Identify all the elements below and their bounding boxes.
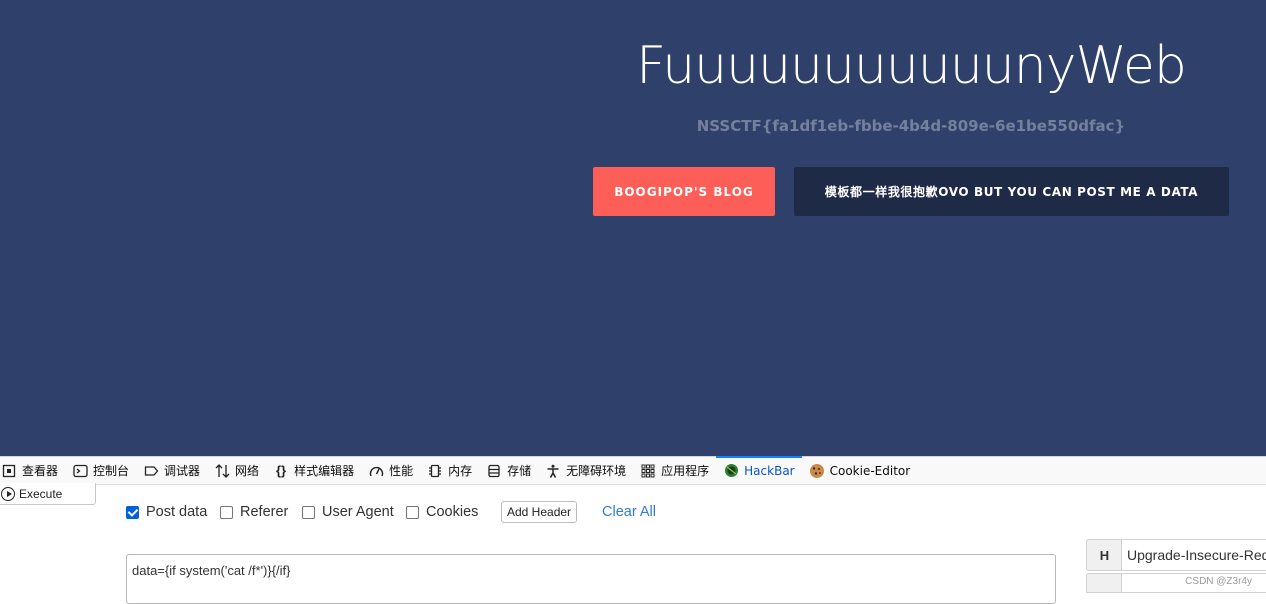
post-data-label: Post data xyxy=(146,504,208,520)
tab-cookie-editor[interactable]: Cookie-Editor xyxy=(802,457,918,485)
web-page: FuuuuuuuuuuunyWeb NSSCTF{fa1df1eb-fbbe-4… xyxy=(0,0,1266,456)
clear-all-link[interactable]: Clear All xyxy=(602,504,656,520)
network-icon xyxy=(214,463,230,479)
tab-inspector[interactable]: 查看器 xyxy=(0,457,65,485)
tab-memory[interactable]: 内存 xyxy=(420,457,479,485)
console-icon xyxy=(72,463,88,479)
tab-debugger[interactable]: 调试器 xyxy=(136,457,207,485)
blog-button[interactable]: BOOGIPOP'S BLOG xyxy=(593,167,775,216)
hackbar-icon xyxy=(723,463,739,479)
play-icon xyxy=(1,486,15,501)
cookies-label: Cookies xyxy=(426,504,479,520)
flag-text: NSSCTF{fa1df1eb-fbbe-4b4d-809e-6e1be550d… xyxy=(696,117,1126,135)
user-agent-checkbox[interactable] xyxy=(302,505,315,519)
header-key-label-2 xyxy=(1086,573,1122,593)
post-data-option[interactable]: Post data xyxy=(126,504,207,520)
tab-console[interactable]: 控制台 xyxy=(65,457,136,485)
accessibility-icon xyxy=(545,463,561,479)
post-data-textarea[interactable]: data={if system('cat /f*')}{/if} xyxy=(126,554,1056,604)
performance-icon xyxy=(368,463,384,479)
style-editor-icon: {} xyxy=(276,463,287,478)
tab-application[interactable]: 应用程序 xyxy=(633,457,716,485)
referer-checkbox[interactable] xyxy=(220,505,233,519)
cookies-option[interactable]: Cookies xyxy=(406,504,478,520)
post-data-checkbox[interactable] xyxy=(126,505,139,519)
inspector-icon xyxy=(1,463,17,479)
tab-storage[interactable]: 存储 xyxy=(479,457,538,485)
hackbar-panel: Execute Post data Referer User Agent Coo… xyxy=(0,483,1266,604)
memory-icon xyxy=(427,463,443,479)
execute-label: Execute xyxy=(19,486,63,501)
page-title: FuuuuuuuuuuunyWeb xyxy=(636,36,1187,96)
storage-icon xyxy=(486,463,502,479)
header-value-input[interactable]: Upgrade-Insecure-Requests: 1 xyxy=(1121,539,1266,571)
execute-button[interactable]: Execute xyxy=(0,483,96,505)
header-key-label: H xyxy=(1086,539,1122,571)
cookie-icon xyxy=(809,463,825,479)
tab-performance[interactable]: 性能 xyxy=(361,457,420,485)
add-header-button[interactable]: Add Header xyxy=(501,501,578,523)
user-agent-option[interactable]: User Agent xyxy=(302,504,394,520)
referer-option[interactable]: Referer xyxy=(220,504,288,520)
tab-style-editor[interactable]: {} 样式编辑器 xyxy=(266,457,361,485)
application-icon xyxy=(640,463,656,479)
tab-network[interactable]: 网络 xyxy=(207,457,266,485)
referer-label: Referer xyxy=(240,504,289,520)
tab-hackbar[interactable]: HackBar xyxy=(716,455,803,485)
tab-accessibility[interactable]: 无障碍环境 xyxy=(538,457,633,485)
post-data-button[interactable]: 模板都一样我很抱歉OVO BUT YOU CAN POST ME A DATA xyxy=(794,167,1229,216)
cookies-checkbox[interactable] xyxy=(406,505,419,519)
debugger-icon xyxy=(143,463,159,479)
watermark: CSDN @Z3r4y xyxy=(1185,576,1252,587)
devtools-tab-bar: 查看器 控制台 调试器 网络 {} 样式编辑器 性能 内存 存储 无障碍环境 应… xyxy=(0,455,1266,485)
user-agent-label: User Agent xyxy=(322,504,394,520)
